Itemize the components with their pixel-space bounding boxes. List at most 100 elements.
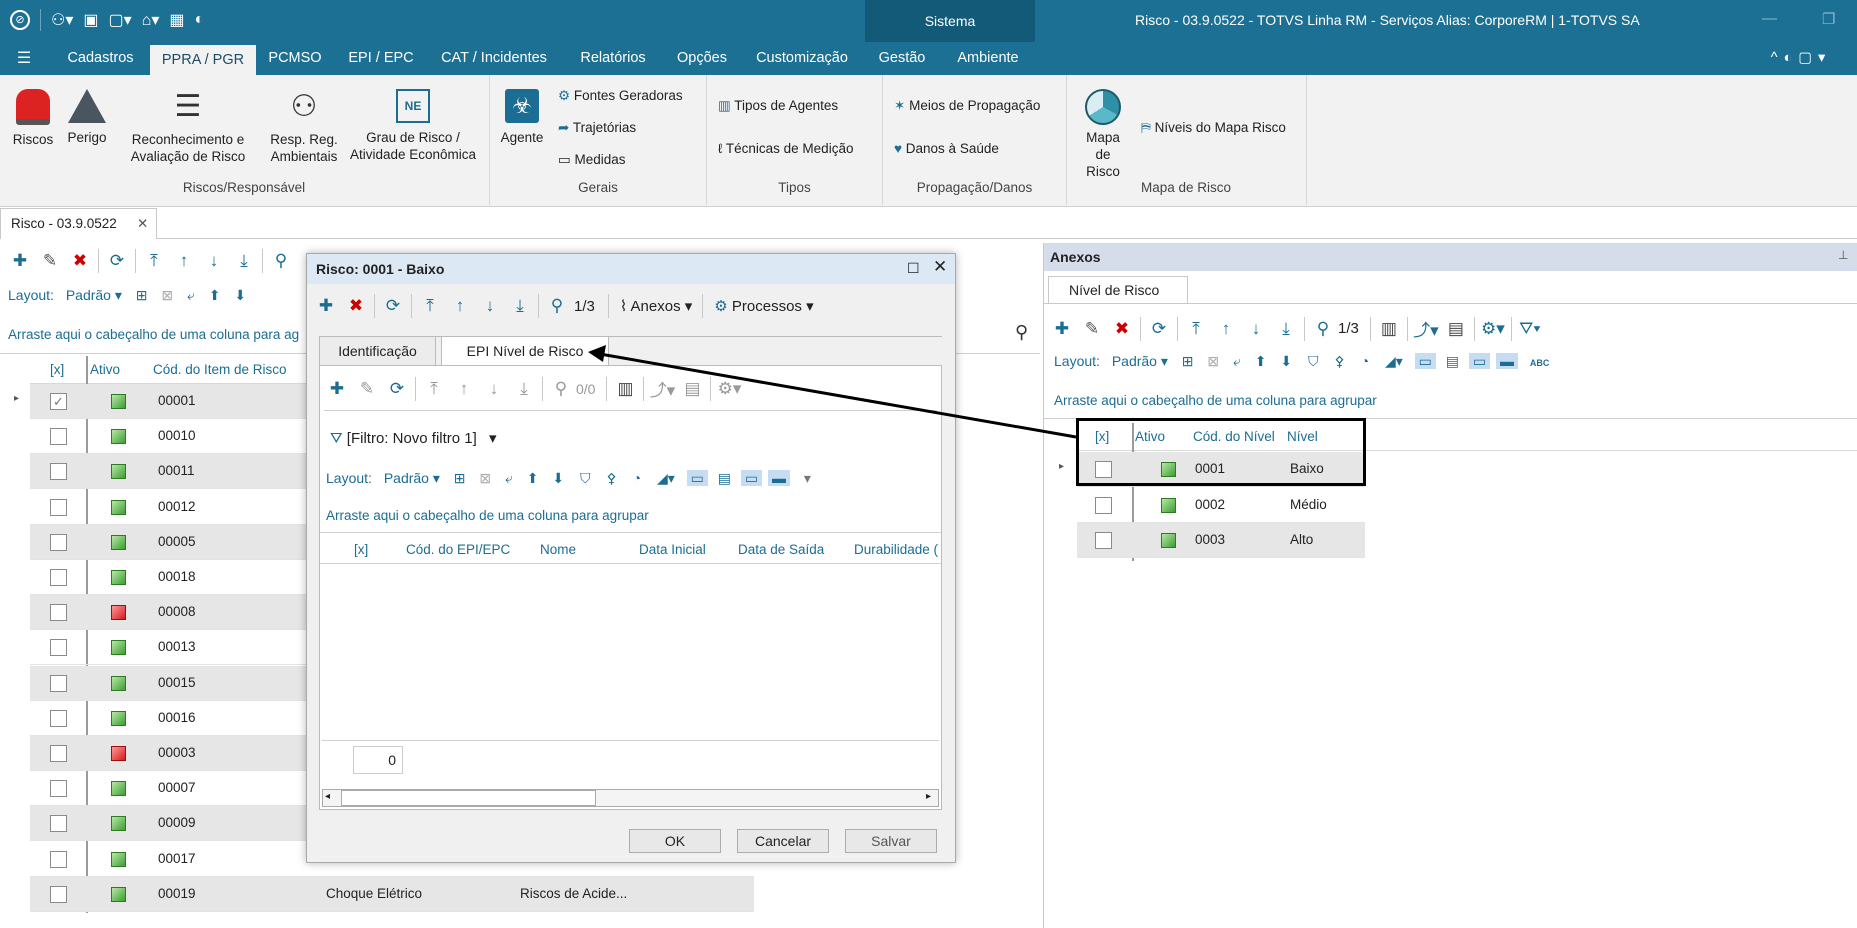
previous-record-icon[interactable]: ↑ <box>445 296 475 316</box>
menu-cadastros[interactable]: Cadastros <box>58 42 143 75</box>
table-row[interactable]: 00019 Choque Elétrico Riscos de Acide... <box>30 876 754 912</box>
col-ativo[interactable]: Ativo <box>90 362 120 377</box>
up-icon[interactable]: ⬆ <box>527 470 539 486</box>
expand-row-icon[interactable]: ▸ <box>14 393 19 404</box>
ok-button[interactable]: OK <box>629 829 721 853</box>
tab-identificacao[interactable]: Identificação <box>319 336 436 365</box>
col-nome[interactable]: Nome <box>540 542 576 557</box>
col-cod-epi[interactable]: Cód. do EPI/EPC <box>406 542 510 557</box>
row-checkbox[interactable] <box>50 533 67 551</box>
up-icon[interactable]: ⬆ <box>209 287 221 303</box>
pin-icon[interactable]: ⚴ <box>1334 353 1344 369</box>
globe-icon[interactable]: ◐ <box>194 11 204 29</box>
layout-view-1-icon[interactable]: ▭ <box>1414 353 1436 369</box>
col-durabilidade[interactable]: Durabilidade ( <box>854 542 941 557</box>
home-icon[interactable]: ⌂▾ <box>142 10 160 30</box>
row-checkbox[interactable] <box>1095 532 1112 549</box>
menu-cat-incidentes[interactable]: CAT / Incidentes <box>432 42 556 75</box>
row-checkbox[interactable] <box>50 780 67 798</box>
collapse-icon[interactable]: ⊠ <box>161 287 173 303</box>
row-checkbox[interactable] <box>50 885 67 903</box>
next-record-icon[interactable]: ↓ <box>199 251 229 271</box>
export-icon[interactable]: ⤶ <box>1233 353 1241 369</box>
pin-icon[interactable]: ⊥ <box>1838 248 1848 262</box>
search-icon[interactable]: ⚲ <box>546 379 576 399</box>
filter-dropdown[interactable]: ⛛ [Filtro: Novo filtro 1] ▾ <box>330 429 497 447</box>
row-checkbox[interactable] <box>50 674 67 692</box>
first-record-icon[interactable]: ⤒ <box>139 251 169 271</box>
export-icon[interactable]: ⤶ <box>187 287 195 303</box>
export-icon[interactable]: ⤴▾ <box>1411 316 1441 341</box>
next-record-icon[interactable]: ↓ <box>1241 319 1271 339</box>
last-record-icon[interactable]: ⤓ <box>229 251 259 271</box>
gear-icon[interactable]: ⚙▾ <box>1478 319 1508 339</box>
restore-icon[interactable]: ❐ <box>1822 10 1835 28</box>
row-checkbox[interactable] <box>50 498 67 516</box>
delete-icon[interactable]: ✖ <box>65 251 95 271</box>
window-icon[interactable]: ▢▾ <box>109 10 132 30</box>
row-checkbox[interactable] <box>50 569 67 586</box>
layout-view-2-icon[interactable]: ▤ <box>718 470 731 486</box>
chart-icon[interactable]: ◢▾ <box>1385 353 1403 369</box>
menu-pcmso[interactable]: PCMSO <box>262 42 328 75</box>
layout-dropdown[interactable]: Padrão ▾ <box>1112 353 1168 369</box>
menu-relatorios[interactable]: Relatórios <box>572 42 654 75</box>
trajetorias-button[interactable]: ➦ Trajetórias <box>558 120 636 136</box>
menu-customizacao[interactable]: Customização <box>752 42 852 75</box>
expand-icon[interactable]: ⊞ <box>454 470 466 486</box>
edit-icon[interactable]: ✎ <box>35 251 65 271</box>
monitor-icon[interactable]: ▣ <box>83 10 98 30</box>
delete-icon[interactable]: ✖ <box>1107 319 1137 339</box>
menu-ppra-pgr[interactable]: PPRA / PGR <box>150 45 256 75</box>
col-select[interactable]: [x] <box>50 362 64 377</box>
scroll-right-icon[interactable]: ▸ <box>926 791 931 802</box>
gear-icon[interactable]: ⚙▾ <box>714 379 744 399</box>
ribbon-controls-icon[interactable]: ^◐▢▾ <box>1756 42 1846 75</box>
processos-dropdown[interactable]: ⚙ Processos ▾ <box>714 297 813 315</box>
row-checkbox[interactable] <box>50 850 67 868</box>
menu-opcoes[interactable]: Opções <box>672 42 732 75</box>
expand-row-icon[interactable]: ▸ <box>1059 461 1064 472</box>
expand-icon[interactable]: ⊞ <box>136 287 148 303</box>
menu-toggle-icon[interactable]: ☰ <box>12 42 36 75</box>
danos-saude-button[interactable]: ♥ Danos à Saúde <box>894 141 999 156</box>
layout-view-4-icon[interactable]: ▬ <box>1496 353 1518 369</box>
delete-icon[interactable]: ✖ <box>341 296 371 316</box>
add-icon[interactable]: ✚ <box>322 379 352 399</box>
first-record-icon[interactable]: ⤒ <box>415 296 445 316</box>
down-icon[interactable]: ⬇ <box>552 470 564 486</box>
grau-risco-button[interactable]: NE Grau de Risco / Atividade Econômica <box>348 89 478 163</box>
search-icon[interactable]: ⚲ <box>1308 319 1338 339</box>
close-icon[interactable]: ✕ <box>933 257 947 277</box>
previous-record-icon[interactable]: ↑ <box>449 379 479 399</box>
search-icon[interactable]: ⚲ <box>542 296 572 316</box>
row-checkbox[interactable] <box>1095 496 1112 514</box>
layout-dropdown[interactable]: Padrão ▾ <box>384 470 440 486</box>
collapse-icon[interactable]: ⊠ <box>479 470 491 486</box>
close-icon[interactable]: ✕ <box>137 209 148 239</box>
agente-button[interactable]: ☣ Agente <box>496 89 548 146</box>
columns-icon[interactable]: ▥ <box>610 379 640 399</box>
up-icon[interactable]: ⬆ <box>1255 353 1267 369</box>
layout-view-2-icon[interactable]: ▤ <box>1446 353 1459 369</box>
export-icon[interactable]: ⤶ <box>505 470 513 486</box>
tecnicas-medicao-button[interactable]: ℓ Técnicas de Medição <box>718 141 853 156</box>
filter-icon[interactable]: ⛛▾ <box>1515 319 1545 339</box>
pin-icon[interactable]: ⚴ <box>606 470 616 486</box>
collapse-icon[interactable]: ⊠ <box>1207 353 1219 369</box>
refresh-icon[interactable]: ⟳ <box>378 296 408 316</box>
tab-nivel-risco[interactable]: Nível de Risco <box>1048 276 1188 304</box>
abc-icon[interactable]: ABC <box>1530 358 1550 368</box>
table-row[interactable]: 0002 Médio <box>1077 488 1365 523</box>
meios-propagacao-button[interactable]: ✶ Meios de Propagação <box>894 98 1040 114</box>
perigo-button[interactable]: Perigo <box>62 89 112 146</box>
scroll-left-icon[interactable]: ◂ <box>325 791 330 802</box>
next-record-icon[interactable]: ↓ <box>479 379 509 399</box>
row-checkbox[interactable] <box>50 745 67 762</box>
tipos-agentes-button[interactable]: ▥ Tipos de Agentes <box>718 98 838 114</box>
row-checkbox[interactable] <box>50 709 67 727</box>
down-icon[interactable]: ⬇ <box>234 287 246 303</box>
last-record-icon[interactable]: ⤓ <box>1271 319 1301 339</box>
anexos-dropdown[interactable]: ⌇ Anexos ▾ <box>620 297 692 315</box>
first-record-icon[interactable]: ⤒ <box>419 379 449 399</box>
